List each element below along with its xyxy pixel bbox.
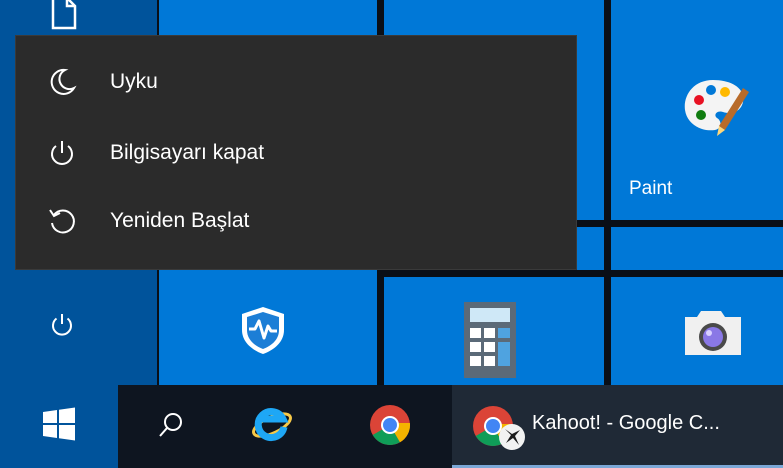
power-button[interactable] — [40, 305, 84, 349]
menu-item-sleep[interactable]: Uyku — [16, 52, 576, 112]
menu-item-restart[interactable]: Yeniden Başlat — [16, 191, 576, 251]
power-icon — [48, 311, 76, 344]
internet-explorer-icon — [250, 403, 294, 452]
power-icon — [42, 133, 82, 173]
start-button[interactable] — [0, 385, 118, 468]
taskbar: Kahoot! - Google C... — [0, 385, 783, 468]
power-options-menu: Uyku Bilgisayarı kapat Yeniden Başlat — [15, 35, 577, 270]
tile-middle-2[interactable] — [611, 227, 783, 270]
paint-palette-icon — [679, 70, 751, 147]
document-icon[interactable] — [50, 0, 78, 35]
paint-tile-label: Paint — [629, 178, 673, 199]
search-icon — [157, 411, 185, 444]
taskbar-search-button[interactable] — [143, 399, 199, 455]
active-window-title: Kahoot! - Google C... — [532, 412, 720, 434]
chrome-icon — [369, 404, 411, 451]
kahoot-badge-icon — [498, 423, 526, 456]
windows-logo-icon — [42, 407, 76, 446]
tile-wise-care[interactable] — [159, 270, 377, 385]
taskbar-chrome[interactable] — [362, 399, 418, 455]
tile-paint[interactable]: Paint — [611, 0, 783, 220]
shutdown-label: Bilgisayarı kapat — [110, 141, 265, 164]
taskbar-internet-explorer[interactable] — [244, 399, 300, 455]
shield-icon — [237, 304, 289, 361]
sleep-label: Uyku — [110, 70, 158, 93]
moon-icon — [42, 62, 82, 102]
restart-label: Yeniden Başlat — [110, 209, 250, 232]
tile-camera[interactable] — [611, 277, 783, 385]
tile-calculator[interactable] — [384, 277, 604, 385]
calculator-icon — [462, 300, 518, 385]
menu-item-shutdown[interactable]: Bilgisayarı kapat — [16, 123, 576, 183]
taskbar-active-window[interactable]: Kahoot! - Google C... — [452, 385, 783, 468]
camera-icon — [681, 305, 747, 364]
restart-icon — [42, 201, 82, 241]
